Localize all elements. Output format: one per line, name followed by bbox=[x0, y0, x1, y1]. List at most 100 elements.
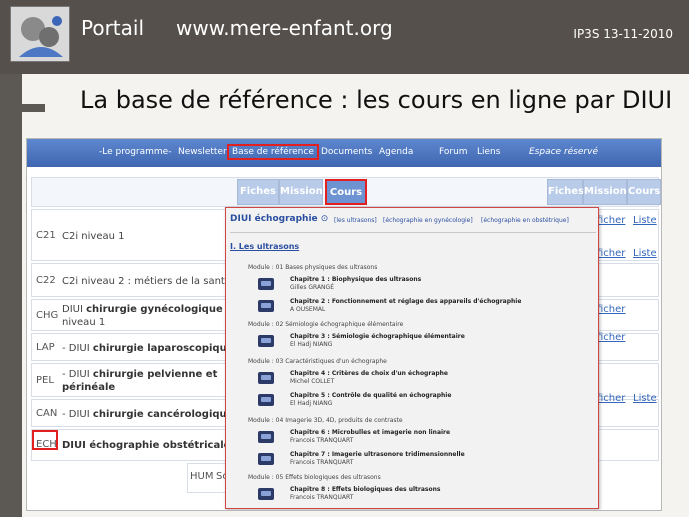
chapter-author: Francois TRANQUART bbox=[290, 437, 354, 444]
row-label-bold: chirurgie gynécologique bbox=[86, 304, 223, 315]
row-label[interactable]: - DIUI chirurgie cancérologique bbox=[62, 408, 233, 421]
course-chip-icon bbox=[258, 431, 274, 443]
row-label-bold: DIUI échographie obstétricale bbox=[62, 440, 231, 451]
row-label-prefix: - DIUI bbox=[62, 343, 93, 354]
row-label[interactable]: C2i niveau 2 : métiers de la santé bbox=[62, 275, 231, 288]
chapter-title[interactable]: Chapitre 3 : Sémiologie échographique él… bbox=[290, 333, 465, 340]
popup-divider bbox=[230, 232, 596, 233]
row-code: C22 bbox=[36, 275, 56, 286]
popup-title: DIUI échographie ⊙ bbox=[230, 214, 328, 224]
course-chip-icon bbox=[258, 278, 274, 290]
module-label: Module : 01 Bases physiques des ultrason… bbox=[248, 264, 378, 271]
chapter-title[interactable]: Chapitre 8 : Effets biologiques des ultr… bbox=[290, 486, 440, 493]
nav-newsletter[interactable]: Newsletter bbox=[178, 147, 227, 157]
slide-title: La base de référence : les cours en lign… bbox=[80, 86, 673, 114]
row-label-suffix: niveau 1 bbox=[62, 317, 106, 328]
row-label[interactable]: - DIUI chirurgie laparoscopique bbox=[62, 342, 233, 355]
row-label-prefix: - DIUI bbox=[62, 369, 93, 380]
row-label[interactable]: - DIUI chirurgie pelvienne et périnéale bbox=[62, 368, 217, 394]
link-ficher[interactable]: ficher bbox=[597, 248, 625, 259]
portal-url: www.mere-enfant.org bbox=[176, 16, 393, 40]
chapter-title[interactable]: Chapitre 5 : Contrôle de qualité en écho… bbox=[290, 392, 451, 399]
col-missions-right-label: Missions bbox=[584, 186, 633, 197]
col-missions-right[interactable]: Missions bbox=[583, 179, 633, 205]
course-chip-icon bbox=[258, 372, 274, 384]
popup-section-title[interactable]: I. Les ultrasons bbox=[230, 242, 299, 251]
nav-liens[interactable]: Liens bbox=[477, 147, 500, 157]
left-decor-strip bbox=[0, 74, 22, 517]
course-chip-icon bbox=[258, 488, 274, 500]
portal-logo bbox=[10, 6, 70, 62]
row-label-bold: chirurgie cancérologique bbox=[92, 409, 234, 420]
row-label[interactable]: DIUI échographie obstétricale bbox=[62, 439, 230, 452]
footer-cell-hum: HUM bbox=[190, 471, 214, 482]
nav-espace-reserve[interactable]: Espace réservé bbox=[529, 147, 598, 157]
chapter-title[interactable]: Chapitre 4 : Critères de choix d'un écho… bbox=[290, 370, 448, 377]
course-chip-icon bbox=[258, 300, 274, 312]
module-label: Module : 04 Imagerie 3D, 4D, produits de… bbox=[248, 417, 403, 424]
chapter-author: Francois TRANQUART bbox=[290, 494, 354, 501]
col-fiches-right-label: Fiches bbox=[548, 186, 585, 197]
popup-link-obstetrique[interactable]: [échographie en obstétrique] bbox=[481, 217, 569, 224]
module-label: Module : 05 Effets biologiques des ultra… bbox=[248, 474, 381, 481]
col-fiches-label: Fiches bbox=[239, 186, 277, 197]
row-label-bold: chirurgie pelvienne et bbox=[92, 369, 218, 380]
col-cours-label: Cours bbox=[329, 187, 363, 198]
chapter-author: El Hadj NIANG bbox=[290, 400, 333, 407]
link-ficher[interactable]: ficher bbox=[597, 332, 625, 343]
course-chip-icon bbox=[258, 453, 274, 465]
row-label[interactable]: C2i niveau 1 bbox=[62, 230, 125, 243]
website-screenshot: -Le programme- Newsletter Base de référe… bbox=[26, 138, 662, 511]
popup-link-gynecologie[interactable]: [échographie en gynécologie] bbox=[383, 217, 473, 224]
nav-agenda[interactable]: Agenda bbox=[379, 147, 413, 157]
chapter-title[interactable]: Chapitre 1 : Biophysique des ultrasons bbox=[290, 276, 421, 283]
footer-cell: HUM So bbox=[187, 463, 228, 493]
row-label[interactable]: DIUI chirurgie gynécologique niveau 1 bbox=[62, 303, 223, 329]
chapter-title[interactable]: Chapitre 2 : Fonctionnement et réglage d… bbox=[290, 298, 521, 305]
module-label: Module : 02 Sémiologie échographique élé… bbox=[248, 321, 404, 328]
title-marker bbox=[0, 104, 45, 112]
row-code: C21 bbox=[36, 230, 56, 241]
nav-programme[interactable]: -Le programme- bbox=[99, 147, 171, 157]
link-liste[interactable]: Liste bbox=[633, 248, 657, 259]
col-fiches[interactable]: Fiches bbox=[237, 179, 279, 205]
row-code: PEL bbox=[36, 375, 54, 386]
nav-documents[interactable]: Documents bbox=[321, 147, 372, 157]
col-cours[interactable]: Cours bbox=[325, 179, 367, 205]
info-icon[interactable]: ⊙ bbox=[321, 214, 329, 224]
site-navbar: -Le programme- Newsletter Base de référe… bbox=[27, 139, 661, 167]
link-ficher[interactable]: ficher bbox=[597, 304, 625, 315]
nav-forum[interactable]: Forum bbox=[439, 147, 468, 157]
col-missions-label: Missions bbox=[280, 186, 329, 197]
link-ficher[interactable]: ficher bbox=[597, 393, 625, 404]
link-liste[interactable]: Liste bbox=[633, 215, 657, 226]
col-missions[interactable]: Missions bbox=[279, 179, 329, 205]
row-label-suffix: périnéale bbox=[62, 382, 116, 393]
link-ficher[interactable]: ficher bbox=[597, 215, 625, 226]
chapter-author: Gilles GRANGÉ bbox=[290, 284, 334, 291]
popup-title-text: DIUI échographie bbox=[230, 214, 318, 224]
chapter-title[interactable]: Chapitre 7 : Imagerie ultrasonore tridim… bbox=[290, 451, 465, 458]
chapter-author: Michel COLLET bbox=[290, 378, 335, 385]
chapter-title[interactable]: Chapitre 6 : Microbulles et imagerie non… bbox=[290, 429, 450, 436]
course-chip-icon bbox=[258, 335, 274, 347]
chapter-author: Francois TRANQUART bbox=[290, 459, 354, 466]
row-code: CHG bbox=[36, 310, 59, 321]
col-fiches-right[interactable]: Fiches bbox=[547, 179, 585, 205]
row-label-prefix: DIUI bbox=[62, 304, 87, 315]
course-chip-icon bbox=[258, 394, 274, 406]
nav-base-reference[interactable]: Base de référence bbox=[227, 144, 319, 160]
col-cours-right[interactable]: Cours bbox=[627, 179, 661, 205]
chapter-author: A OUSEMAL bbox=[290, 306, 326, 313]
row-code: LAP bbox=[36, 342, 55, 353]
col-cours-right-label: Cours bbox=[628, 186, 661, 197]
ech-highlight-box bbox=[32, 430, 58, 450]
link-liste[interactable]: Liste bbox=[633, 393, 657, 404]
popup-link-ultrasons[interactable]: [les ultrasons] bbox=[334, 217, 377, 224]
row-code: CAN bbox=[36, 408, 58, 419]
slide-header: Portail www.mere-enfant.org IP3S 13-11-2… bbox=[0, 0, 689, 74]
row-label-prefix: - DIUI bbox=[62, 409, 93, 420]
portal-label: Portail bbox=[81, 16, 145, 40]
chapter-author: El Hadj NIANG bbox=[290, 341, 333, 348]
module-label: Module : 03 Caractéristiques d'un échogr… bbox=[248, 358, 387, 365]
